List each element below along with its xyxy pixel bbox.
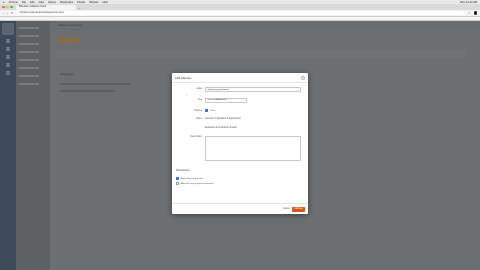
label-row: Label deploy-key-production (172, 87, 308, 92)
subnav-item[interactable] (19, 27, 39, 29)
list-item (60, 90, 115, 92)
cancel-button[interactable]: Cancel (283, 208, 290, 210)
browser-toolbar: ‹ › ↻ bitbucket.org/example/settings/acc… (0, 10, 480, 17)
notes-row: Notes Used by CI pipeline for deployment (172, 118, 308, 120)
address-bar[interactable]: bitbucket.org/example/settings/access-ke… (16, 10, 465, 16)
key-row: Key ssh-rsa AAAAB3Nz... ⌄ (172, 98, 308, 103)
expires-checkbox[interactable] (205, 109, 208, 112)
notes-value: Used by CI pipeline for deployment (205, 118, 241, 120)
global-sidebar (0, 21, 16, 270)
dialog-title: Add SSH key (175, 75, 192, 80)
reload-icon[interactable]: ↻ (11, 11, 14, 15)
label-field-label: Label (196, 88, 202, 91)
profile-avatar[interactable] (473, 11, 477, 15)
minimize-window-icon[interactable] (6, 5, 9, 8)
expires-row: Expires Never (172, 109, 308, 112)
dialog-footer: Cancel Add key (172, 203, 308, 214)
forward-icon[interactable]: › (7, 11, 8, 15)
breadcrumb[interactable]: Settings / Access keys (58, 24, 82, 27)
dialog-header: Add SSH key × (172, 73, 308, 83)
add-key-dialog: Add SSH key × • Label deploy-key-product… (172, 73, 308, 214)
subnav-item[interactable] (19, 43, 39, 45)
sidebar-nav-icon[interactable] (6, 63, 10, 67)
expires-value: Never (210, 109, 216, 112)
description-field-label: Description (190, 136, 203, 138)
list-item (60, 83, 130, 85)
sidebar-nav-icon[interactable] (6, 71, 10, 75)
section-title: Access keys (60, 73, 74, 76)
key-select[interactable]: ssh-rsa AAAAB3Nz... ⌄ (205, 98, 247, 103)
back-icon[interactable]: ‹ (3, 11, 4, 15)
sidebar-nav-icon[interactable] (6, 55, 10, 59)
permission-option: Repository read access (176, 177, 203, 180)
subnav-item[interactable] (19, 51, 39, 53)
info-icon: • (186, 94, 187, 97)
notes-row-2: Restricted to production branch (172, 127, 308, 129)
close-window-icon[interactable] (2, 5, 5, 8)
save-button[interactable]: Add key (292, 206, 305, 212)
subnav-item[interactable] (19, 35, 39, 37)
label-input[interactable]: deploy-key-production (205, 87, 301, 92)
close-icon[interactable]: × (301, 75, 305, 80)
zoom-window-icon[interactable] (10, 5, 13, 8)
app-logo[interactable] (2, 23, 14, 35)
key-field-label: Key (198, 99, 202, 102)
subnav-item[interactable] (19, 83, 39, 85)
star-icon[interactable]: ☆ (468, 11, 471, 15)
subnav-item[interactable] (19, 75, 39, 77)
subnav-item[interactable] (19, 59, 39, 61)
settings-subnav (16, 21, 50, 270)
primary-action-button[interactable] (58, 38, 80, 43)
permission-read-label: Repository read access (180, 177, 204, 180)
permission-write-label: Allow this key to push to branches (180, 182, 214, 185)
window-controls (2, 5, 13, 8)
key-select-value: ssh-rsa AAAAB3Nz... (207, 99, 229, 102)
description-textarea[interactable] (205, 136, 301, 161)
sidebar-nav-icon[interactable] (6, 47, 10, 51)
permission-read-checkbox[interactable] (176, 177, 179, 180)
permission-option: Allow this key to push to branches (176, 182, 214, 185)
sidebar-nav-icon[interactable] (6, 39, 10, 43)
permissions-heading: Permissions (176, 169, 190, 172)
content-panel (56, 49, 466, 59)
expires-field-label: Expires (194, 109, 202, 112)
notes-value-2: Restricted to production branch (205, 127, 237, 129)
chevron-down-icon: ⌄ (242, 99, 245, 102)
main-header (50, 21, 480, 30)
description-row: Description (172, 136, 308, 161)
subnav-item[interactable] (19, 67, 39, 69)
permission-write-checkbox[interactable] (176, 182, 179, 185)
notes-field-label: Notes (195, 118, 202, 120)
